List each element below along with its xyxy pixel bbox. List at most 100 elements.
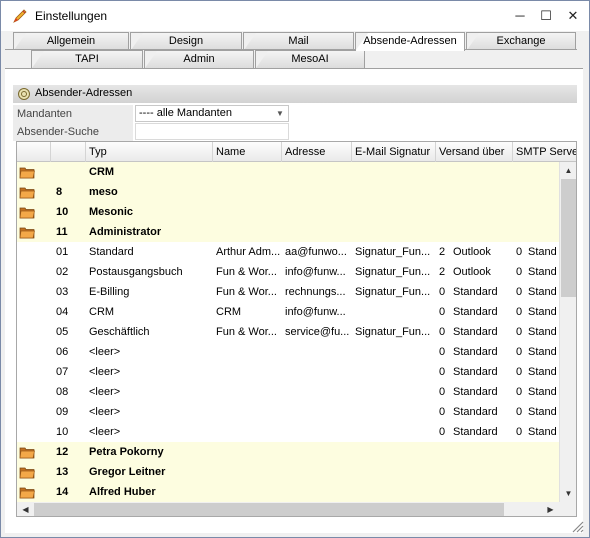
- table-row[interactable]: 06 <leer> 0 Standard 0 Stand: [17, 342, 559, 362]
- cell-number: 12: [56, 446, 69, 458]
- table-row[interactable]: 05 Geschäftlich Fun & Wor... service@fu... S…: [17, 322, 559, 342]
- header-adresse[interactable]: Adresse: [282, 142, 352, 162]
- cell-adresse: [282, 362, 352, 382]
- group-row[interactable]: CRM: [17, 162, 559, 182]
- cell-adresse: aa@funwo...: [285, 246, 347, 258]
- group-row[interactable]: 10 Mesonic: [17, 202, 559, 222]
- group-row[interactable]: 8 meso: [17, 182, 559, 202]
- folder-icon[interactable]: [19, 185, 35, 199]
- scroll-left-button[interactable]: ◀: [17, 502, 34, 516]
- cell-versand-code: 0: [439, 326, 446, 338]
- table-row[interactable]: 10 <leer> 0 Standard 0 Stand: [17, 422, 559, 442]
- cell-typ: CRM: [89, 306, 115, 318]
- header-number-col[interactable]: [51, 142, 86, 162]
- folder-icon[interactable]: [19, 445, 35, 459]
- cell-smtp: Stand: [528, 406, 557, 418]
- tab-admin[interactable]: Admin: [144, 50, 254, 68]
- cell-smtp-code: 0: [516, 326, 523, 338]
- tab-row-main: Allgemein Design Mail Absende-Adressen E…: [1, 32, 589, 51]
- table-row[interactable]: 09 <leer> 0 Standard 0 Stand: [17, 402, 559, 422]
- cell-number: 06: [56, 346, 69, 358]
- cell-typ: Mesonic: [89, 206, 134, 218]
- table-row[interactable]: 01 Standard Arthur Adm... aa@funwo... Signat…: [17, 242, 559, 262]
- sender-address-grid: Typ Name Adresse E-Mail Signatur Versand…: [16, 141, 577, 517]
- tab-tapi[interactable]: TAPI: [31, 50, 143, 68]
- cell-smtp-code: 0: [516, 346, 523, 358]
- table-row[interactable]: 07 <leer> 0 Standard 0 Stand: [17, 362, 559, 382]
- tab-mesoai[interactable]: MesoAI: [255, 50, 365, 68]
- cell-number: 09: [56, 406, 69, 418]
- folder-icon[interactable]: [19, 225, 35, 239]
- maximize-button[interactable]: ☐: [535, 6, 557, 26]
- scroll-up-button[interactable]: ▲: [560, 162, 576, 179]
- vertical-scrollbar[interactable]: ▲ ▼: [559, 162, 576, 502]
- cell-signatur: [352, 422, 436, 442]
- cell-adresse: [282, 342, 352, 362]
- cell-smtp-code: 0: [516, 246, 523, 258]
- cell-versand: Standard: [453, 366, 498, 378]
- cell-signatur: Signatur_Fun...: [355, 286, 431, 298]
- tab-allgemein[interactable]: Allgemein: [13, 32, 129, 50]
- table-row[interactable]: 03 E-Billing Fun & Wor... rechnungs... Signa…: [17, 282, 559, 302]
- horizontal-scrollbar[interactable]: ◀ ▶: [17, 502, 559, 516]
- scroll-down-button[interactable]: ▼: [560, 485, 576, 502]
- group-row[interactable]: 14 Alfred Huber: [17, 482, 559, 502]
- tab-mail[interactable]: Mail: [243, 32, 354, 50]
- cell-adresse: service@fu...: [285, 326, 350, 338]
- header-signatur[interactable]: E-Mail Signatur: [352, 142, 436, 162]
- scroll-right-button[interactable]: ▶: [542, 502, 559, 516]
- table-row[interactable]: 02 Postausgangsbuch Fun & Wor... info@funw.…: [17, 262, 559, 282]
- scroll-corner: [559, 502, 576, 516]
- cell-smtp: Stand: [528, 366, 557, 378]
- group-row[interactable]: 12 Petra Pokorny: [17, 442, 559, 462]
- cell-typ: Postausgangsbuch: [89, 266, 183, 278]
- tab-absende-adressen[interactable]: Absende-Adressen: [355, 32, 465, 51]
- cell-name: [213, 362, 282, 382]
- table-row[interactable]: 04 CRM CRM info@funw... 0 Standard 0 Stand: [17, 302, 559, 322]
- cell-versand: Standard: [453, 346, 498, 358]
- tab-design[interactable]: Design: [130, 32, 242, 50]
- folder-icon[interactable]: [19, 205, 35, 219]
- cell-versand: Outlook: [453, 266, 491, 278]
- chevron-down-icon[interactable]: ▼: [273, 107, 287, 121]
- folder-icon[interactable]: [19, 465, 35, 479]
- cell-versand-code: 0: [439, 346, 446, 358]
- sender-search-input[interactable]: [135, 123, 289, 140]
- cell-smtp-code: 0: [516, 386, 523, 398]
- tab-row-secondary: TAPI Admin MesoAI: [1, 50, 589, 68]
- header-icon-col[interactable]: [17, 142, 51, 162]
- cell-versand-code: 2: [439, 266, 446, 278]
- resize-grip-icon[interactable]: [569, 518, 585, 534]
- tab-label: Exchange: [496, 35, 546, 47]
- cell-number: 8: [56, 186, 63, 198]
- minimize-button[interactable]: ─: [509, 6, 531, 26]
- close-button[interactable]: ✕: [562, 6, 584, 26]
- header-name[interactable]: Name: [213, 142, 282, 162]
- section-header: Absender-Adressen: [13, 85, 577, 103]
- cell-smtp-code: 0: [516, 306, 523, 318]
- horizontal-scroll-thumb[interactable]: [34, 503, 504, 516]
- cell-number: 08: [56, 386, 69, 398]
- header-versand[interactable]: Versand über: [436, 142, 513, 162]
- cell-smtp: Stand: [528, 326, 557, 338]
- folder-icon[interactable]: [19, 165, 35, 179]
- mandanten-label: Mandanten: [13, 105, 133, 123]
- section-title: Absender-Adressen: [35, 87, 133, 99]
- folder-icon[interactable]: [19, 485, 35, 499]
- header-typ[interactable]: Typ: [86, 142, 213, 162]
- header-smtp[interactable]: SMTP Server: [513, 142, 576, 162]
- cell-signatur: [352, 382, 436, 402]
- mandanten-select[interactable]: ---- alle Mandanten ▼: [135, 105, 289, 122]
- cell-number: 05: [56, 326, 69, 338]
- cell-adresse: rechnungs...: [285, 286, 346, 298]
- vertical-scroll-thumb[interactable]: [561, 179, 576, 297]
- tab-exchange[interactable]: Exchange: [466, 32, 576, 50]
- group-row[interactable]: 11 Administrator: [17, 222, 559, 242]
- title-bar: Einstellungen ─ ☐ ✕: [1, 1, 589, 31]
- group-row[interactable]: 13 Gregor Leitner: [17, 462, 559, 482]
- table-row[interactable]: 08 <leer> 0 Standard 0 Stand: [17, 382, 559, 402]
- cell-typ: Gregor Leitner: [89, 466, 166, 478]
- window-title: Einstellungen: [35, 9, 108, 23]
- cell-number: 13: [56, 466, 69, 478]
- search-label: Absender-Suche: [13, 123, 133, 141]
